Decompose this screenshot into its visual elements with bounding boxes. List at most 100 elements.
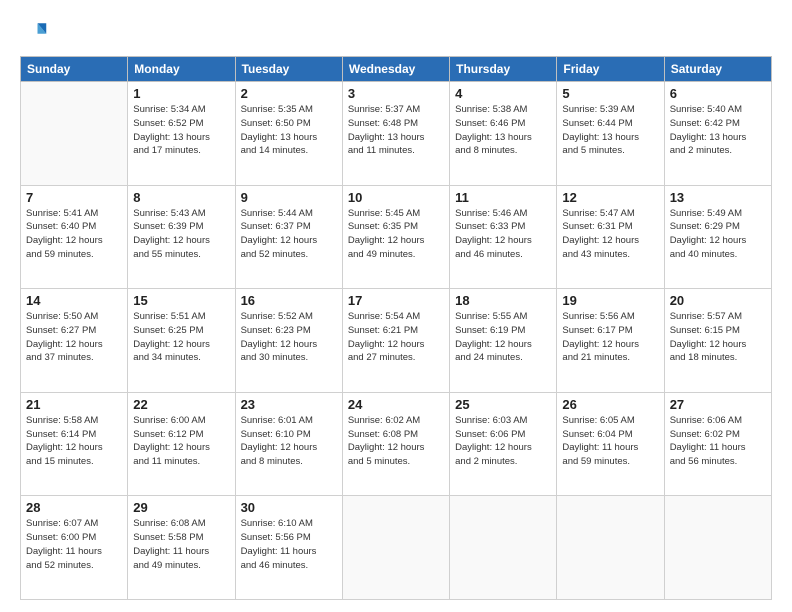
header-row: SundayMondayTuesdayWednesdayThursdayFrid… [21,57,772,82]
calendar-cell: 12 Sunrise: 5:47 AMSunset: 6:31 PMDayligh… [557,185,664,289]
day-of-week-header: Thursday [450,57,557,82]
day-info: Sunrise: 5:46 AMSunset: 6:33 PMDaylight:… [455,207,551,262]
day-of-week-header: Sunday [21,57,128,82]
calendar-header: SundayMondayTuesdayWednesdayThursdayFrid… [21,57,772,82]
day-info: Sunrise: 6:07 AMSunset: 6:00 PMDaylight:… [26,517,122,572]
day-info: Sunrise: 5:49 AMSunset: 6:29 PMDaylight:… [670,207,766,262]
day-number: 30 [241,500,337,515]
day-number: 15 [133,293,229,308]
day-info: Sunrise: 6:03 AMSunset: 6:06 PMDaylight:… [455,414,551,469]
day-info: Sunrise: 5:39 AMSunset: 6:44 PMDaylight:… [562,103,658,158]
calendar-cell [21,82,128,186]
calendar-cell: 27 Sunrise: 6:06 AMSunset: 6:02 PMDayligh… [664,392,771,496]
day-info: Sunrise: 5:35 AMSunset: 6:50 PMDaylight:… [241,103,337,158]
day-number: 5 [562,86,658,101]
calendar-cell: 23 Sunrise: 6:01 AMSunset: 6:10 PMDayligh… [235,392,342,496]
calendar-cell: 26 Sunrise: 6:05 AMSunset: 6:04 PMDayligh… [557,392,664,496]
day-of-week-header: Wednesday [342,57,449,82]
logo [20,18,52,46]
calendar-cell: 18 Sunrise: 5:55 AMSunset: 6:19 PMDayligh… [450,289,557,393]
day-info: Sunrise: 6:02 AMSunset: 6:08 PMDaylight:… [348,414,444,469]
header [20,18,772,46]
calendar-cell: 17 Sunrise: 5:54 AMSunset: 6:21 PMDayligh… [342,289,449,393]
day-number: 19 [562,293,658,308]
calendar-cell: 8Sunrise: 5:43 AMSunset: 6:39 PMDaylight… [128,185,235,289]
day-number: 22 [133,397,229,412]
day-info: Sunrise: 5:41 AMSunset: 6:40 PMDaylight:… [26,207,122,262]
day-info: Sunrise: 5:57 AMSunset: 6:15 PMDaylight:… [670,310,766,365]
calendar-week-row: 28Sunrise: 6:07 AMSunset: 6:00 PMDayligh… [21,496,772,600]
calendar-cell: 22 Sunrise: 6:00 AMSunset: 6:12 PMDayligh… [128,392,235,496]
calendar-body: 1 Sunrise: 5:34 AMSunset: 6:52 PMDaylight… [21,82,772,600]
calendar-cell: 21 Sunrise: 5:58 AMSunset: 6:14 PMDayligh… [21,392,128,496]
calendar-week-row: 7 Sunrise: 5:41 AMSunset: 6:40 PMDaylight… [21,185,772,289]
day-info: Sunrise: 6:10 AMSunset: 5:56 PMDaylight:… [241,517,337,572]
day-info: Sunrise: 5:50 AMSunset: 6:27 PMDaylight:… [26,310,122,365]
day-info: Sunrise: 5:44 AMSunset: 6:37 PMDaylight:… [241,207,337,262]
calendar-cell: 29 Sunrise: 6:08 AMSunset: 5:58 PMDayligh… [128,496,235,600]
day-number: 1 [133,86,229,101]
calendar-cell: 3 Sunrise: 5:37 AMSunset: 6:48 PMDaylight… [342,82,449,186]
day-info: Sunrise: 5:37 AMSunset: 6:48 PMDaylight:… [348,103,444,158]
day-of-week-header: Friday [557,57,664,82]
day-info: Sunrise: 6:01 AMSunset: 6:10 PMDaylight:… [241,414,337,469]
day-info: Sunrise: 5:51 AMSunset: 6:25 PMDaylight:… [133,310,229,365]
day-number: 2 [241,86,337,101]
day-number: 17 [348,293,444,308]
day-info: Sunrise: 5:54 AMSunset: 6:21 PMDaylight:… [348,310,444,365]
day-number: 23 [241,397,337,412]
calendar-cell: 24 Sunrise: 6:02 AMSunset: 6:08 PMDayligh… [342,392,449,496]
day-number: 25 [455,397,551,412]
day-info: Sunrise: 5:34 AMSunset: 6:52 PMDaylight:… [133,103,229,158]
day-number: 7 [26,190,122,205]
day-info: Sunrise: 6:08 AMSunset: 5:58 PMDaylight:… [133,517,229,572]
day-info: Sunrise: 5:38 AMSunset: 6:46 PMDaylight:… [455,103,551,158]
day-number: 14 [26,293,122,308]
calendar-cell: 1 Sunrise: 5:34 AMSunset: 6:52 PMDaylight… [128,82,235,186]
calendar-cell: 25 Sunrise: 6:03 AMSunset: 6:06 PMDayligh… [450,392,557,496]
day-of-week-header: Saturday [664,57,771,82]
day-info: Sunrise: 6:06 AMSunset: 6:02 PMDaylight:… [670,414,766,469]
day-number: 16 [241,293,337,308]
day-number: 20 [670,293,766,308]
day-info: Sunrise: 5:58 AMSunset: 6:14 PMDaylight:… [26,414,122,469]
calendar-cell: 10 Sunrise: 5:45 AMSunset: 6:35 PMDayligh… [342,185,449,289]
day-of-week-header: Monday [128,57,235,82]
day-number: 8 [133,190,229,205]
logo-icon [20,18,48,46]
day-number: 27 [670,397,766,412]
calendar-cell [450,496,557,600]
calendar-cell: 15 Sunrise: 5:51 AMSunset: 6:25 PMDayligh… [128,289,235,393]
day-number: 3 [348,86,444,101]
day-number: 12 [562,190,658,205]
page: SundayMondayTuesdayWednesdayThursdayFrid… [0,0,792,612]
calendar-cell [557,496,664,600]
day-info: Sunrise: 5:47 AMSunset: 6:31 PMDaylight:… [562,207,658,262]
calendar-cell: 2 Sunrise: 5:35 AMSunset: 6:50 PMDaylight… [235,82,342,186]
day-info: Sunrise: 6:00 AMSunset: 6:12 PMDaylight:… [133,414,229,469]
day-number: 24 [348,397,444,412]
day-number: 4 [455,86,551,101]
calendar-cell: 20 Sunrise: 5:57 AMSunset: 6:15 PMDayligh… [664,289,771,393]
day-of-week-header: Tuesday [235,57,342,82]
day-number: 6 [670,86,766,101]
day-number: 26 [562,397,658,412]
day-info: Sunrise: 5:45 AMSunset: 6:35 PMDaylight:… [348,207,444,262]
day-number: 29 [133,500,229,515]
calendar-cell: 7 Sunrise: 5:41 AMSunset: 6:40 PMDaylight… [21,185,128,289]
calendar-week-row: 14 Sunrise: 5:50 AMSunset: 6:27 PMDayligh… [21,289,772,393]
day-info: Sunrise: 5:55 AMSunset: 6:19 PMDaylight:… [455,310,551,365]
day-info: Sunrise: 5:40 AMSunset: 6:42 PMDaylight:… [670,103,766,158]
day-number: 10 [348,190,444,205]
calendar-cell: 19Sunrise: 5:56 AMSunset: 6:17 PMDayligh… [557,289,664,393]
calendar-cell [664,496,771,600]
calendar-cell: 28Sunrise: 6:07 AMSunset: 6:00 PMDayligh… [21,496,128,600]
calendar-cell: 4 Sunrise: 5:38 AMSunset: 6:46 PMDaylight… [450,82,557,186]
calendar-cell: 14 Sunrise: 5:50 AMSunset: 6:27 PMDayligh… [21,289,128,393]
calendar-week-row: 1 Sunrise: 5:34 AMSunset: 6:52 PMDaylight… [21,82,772,186]
day-number: 21 [26,397,122,412]
calendar-cell: 11Sunrise: 5:46 AMSunset: 6:33 PMDayligh… [450,185,557,289]
day-number: 18 [455,293,551,308]
day-number: 13 [670,190,766,205]
day-info: Sunrise: 6:05 AMSunset: 6:04 PMDaylight:… [562,414,658,469]
